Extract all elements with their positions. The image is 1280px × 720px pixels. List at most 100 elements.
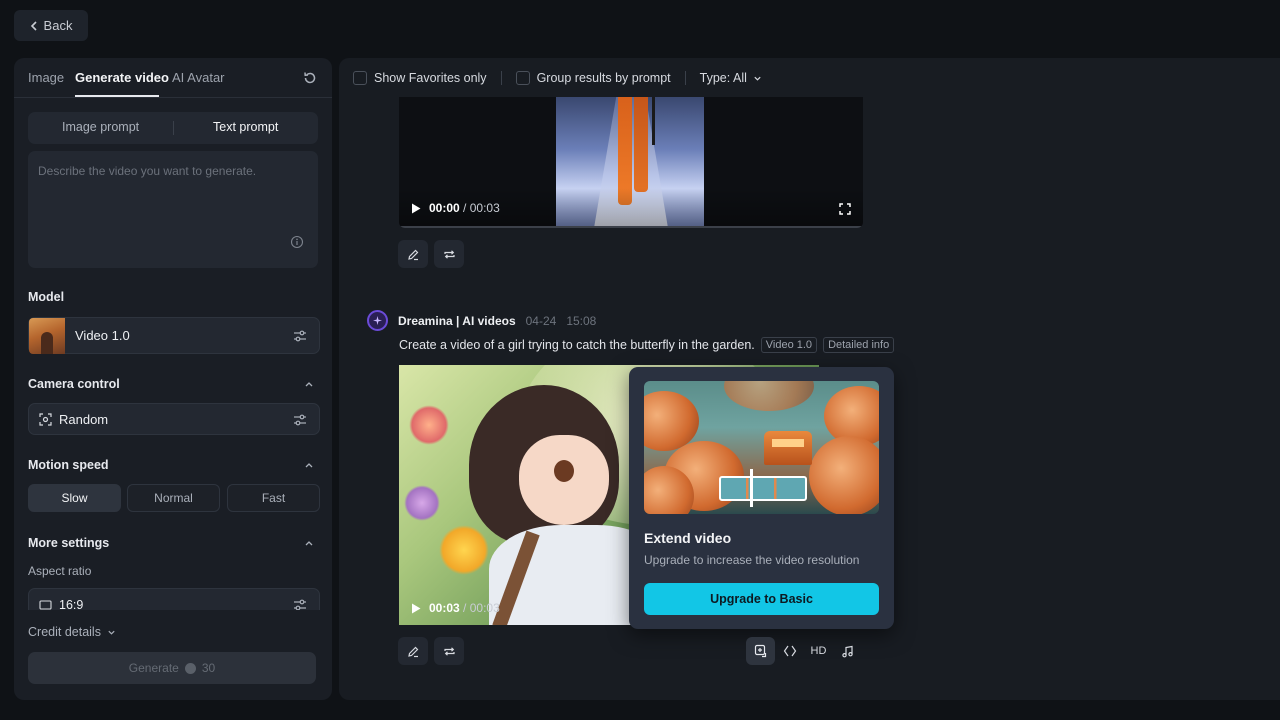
diamond-icon	[783, 645, 796, 657]
aspect-ratio-label: Aspect ratio	[28, 564, 92, 578]
speed-slow-button[interactable]: Slow	[28, 484, 121, 512]
model-value: Video 1.0	[75, 328, 130, 343]
sliders-icon[interactable]	[293, 413, 307, 427]
extend-video-button[interactable]	[746, 637, 775, 665]
generation-panel: Image Generate video AI Avatar Image pro…	[14, 58, 332, 700]
extend-video-preview	[644, 381, 879, 514]
speed-fast-button[interactable]: Fast	[227, 484, 320, 512]
fullscreen-icon[interactable]	[839, 203, 851, 215]
credit-details-toggle[interactable]: Credit details	[28, 625, 116, 639]
popup-description: Upgrade to increase the video resolution	[644, 553, 860, 567]
sliders-icon[interactable]	[293, 598, 307, 610]
add-sound-button[interactable]	[833, 637, 862, 665]
edit-button[interactable]	[398, 240, 428, 268]
motion-speed-title: Motion speed	[28, 458, 109, 472]
video-controls: 00:03 / 00:03	[411, 601, 500, 615]
more-settings-title: More settings	[28, 536, 110, 550]
active-tab-indicator	[75, 95, 159, 97]
regenerate-button[interactable]	[434, 240, 464, 268]
regenerate-button[interactable]	[434, 637, 464, 665]
image-prompt-tab[interactable]: Image prompt	[62, 120, 139, 134]
chevron-up-icon[interactable]	[304, 460, 314, 470]
upgrade-button[interactable]: Upgrade to Basic	[644, 583, 879, 615]
post-prompt: Create a video of a girl trying to catch…	[399, 338, 755, 352]
generate-button[interactable]: Generate 30	[28, 652, 316, 684]
group-label: Group results by prompt	[536, 71, 671, 85]
credit-details-label: Credit details	[28, 625, 101, 639]
video-time: 00:03 / 00:03	[429, 601, 500, 615]
video-tool-group: HD	[746, 637, 862, 665]
text-prompt-tab[interactable]: Text prompt	[213, 120, 278, 134]
favorites-checkbox[interactable]	[353, 71, 367, 85]
edit-button[interactable]	[398, 637, 428, 665]
prompt-mode-toggle: Image prompt Text prompt	[28, 112, 318, 144]
speed-normal-button[interactable]: Normal	[127, 484, 220, 512]
avatar	[367, 310, 388, 331]
sliders-icon[interactable]	[293, 329, 307, 343]
divider	[173, 121, 174, 135]
extend-video-popup: Extend video Upgrade to increase the vid…	[629, 367, 894, 629]
chevron-down-icon	[108, 630, 115, 635]
reset-icon[interactable]	[302, 70, 318, 86]
camera-title: Camera control	[28, 377, 120, 391]
post-date: 04-24	[525, 313, 557, 328]
filter-bar: Show Favorites only Group results by pro…	[353, 70, 762, 86]
generate-label: Generate	[128, 661, 179, 675]
camera-value: Random	[59, 412, 109, 427]
video-controls: 00:00 / 00:03	[399, 188, 863, 228]
video-time: 00:00 / 00:03	[429, 201, 500, 215]
info-icon[interactable]	[290, 235, 304, 249]
chevron-up-icon[interactable]	[304, 379, 314, 389]
prompt-textarea[interactable]: Describe the video you want to generate.	[28, 151, 318, 268]
credit-coin-icon	[184, 662, 196, 674]
post-time: 15:08	[566, 313, 597, 328]
model-select[interactable]: Video 1.0	[28, 317, 320, 354]
divider	[684, 71, 686, 85]
type-dropdown[interactable]: Type: All	[700, 71, 762, 85]
timeline-handle	[750, 469, 753, 507]
aspect-icon	[39, 600, 52, 610]
model-thumbnail	[29, 318, 65, 354]
chevron-up-icon[interactable]	[304, 538, 314, 548]
divider	[500, 71, 502, 85]
video-progress-bar[interactable]	[399, 226, 863, 228]
favorites-filter[interactable]: Show Favorites only	[353, 71, 487, 85]
aspect-ratio-select[interactable]: 16:9	[28, 588, 320, 610]
music-note-icon	[842, 645, 853, 657]
back-label: Back	[43, 18, 73, 33]
sparkle-icon	[373, 316, 382, 325]
generate-cost: 30	[201, 661, 216, 675]
popup-title: Extend video	[644, 530, 732, 546]
back-button[interactable]: Back	[14, 10, 88, 41]
aspect-ratio-value: 16:9	[59, 598, 84, 610]
group-checkbox[interactable]	[515, 71, 530, 85]
repeat-icon	[443, 249, 455, 259]
mode-tabs: Image Generate video AI Avatar	[14, 58, 332, 98]
tab-generate-video[interactable]: Generate video	[75, 70, 169, 85]
tab-ai-avatar[interactable]: AI Avatar	[172, 70, 225, 85]
camera-select[interactable]: Random	[28, 403, 320, 435]
group-filter[interactable]: Group results by prompt	[515, 71, 671, 85]
focus-icon	[39, 413, 52, 426]
play-icon[interactable]	[411, 203, 421, 214]
pencil-icon	[407, 249, 418, 260]
prompt-placeholder: Describe the video you want to generate.	[38, 164, 257, 178]
extend-icon	[754, 644, 766, 658]
post-prompt-row: Create a video of a girl trying to catch…	[399, 337, 895, 353]
repeat-icon	[443, 646, 455, 656]
detailed-info-button[interactable]: Detailed info	[823, 337, 895, 353]
model-title: Model	[28, 290, 65, 304]
favorites-label: Show Favorites only	[374, 71, 487, 85]
play-icon[interactable]	[411, 603, 421, 614]
author-name[interactable]: Dreamina | AI videos	[398, 314, 516, 328]
chevron-down-icon	[754, 76, 761, 81]
model-chip: Video 1.0	[760, 337, 818, 353]
post-header: Dreamina | AI videos 04-24 15:08	[367, 310, 596, 331]
timeline-strip	[719, 476, 807, 501]
chevron-left-icon	[30, 20, 37, 31]
pencil-icon	[407, 646, 418, 657]
frame-interpolation-button[interactable]	[775, 637, 804, 665]
tab-image[interactable]: Image	[28, 70, 64, 85]
video-player-1[interactable]: 00:00 / 00:03	[399, 97, 863, 228]
hd-upscale-button[interactable]: HD	[804, 637, 833, 665]
